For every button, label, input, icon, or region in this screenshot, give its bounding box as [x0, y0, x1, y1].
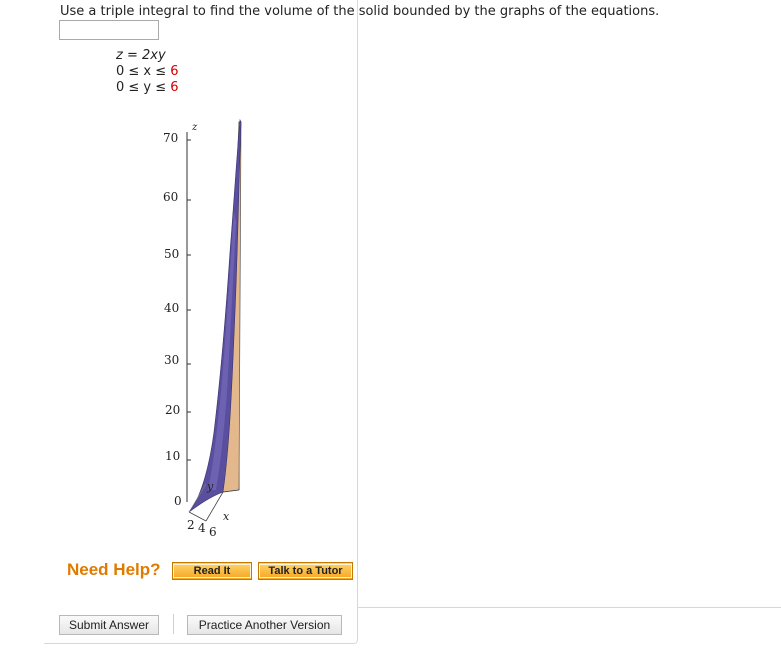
z-axis-ticks	[187, 139, 191, 461]
y-axis-label: y	[206, 480, 214, 493]
question-text: Use a triple integral to find the volume…	[60, 4, 660, 19]
bottom-tick-label: 2	[187, 518, 195, 532]
z-tick-label: 0	[174, 494, 182, 508]
z-tick-label: 10	[165, 449, 180, 463]
button-separator	[173, 614, 174, 634]
practice-another-version-button[interactable]: Practice Another Version	[187, 615, 342, 635]
talk-to-tutor-label: Talk to a Tutor	[259, 564, 352, 578]
bottom-tick-label: 6	[209, 525, 217, 539]
panel-divider	[357, 607, 781, 608]
talk-to-tutor-button[interactable]: Talk to a Tutor	[258, 562, 353, 580]
equations-block: z = 2xy 0 ≤ x ≤ 6 0 ≤ y ≤ 6	[116, 48, 179, 96]
need-help-label: Need Help?	[67, 560, 161, 579]
solid-3d-plot: 70 60 50 40 30 20 10 0 z y x 2 4 6	[163, 118, 242, 539]
z-tick-label: 60	[163, 190, 178, 204]
equation-y-bounds: 0 ≤ y ≤ 6	[116, 80, 179, 95]
read-it-button[interactable]: Read It	[172, 562, 252, 580]
equation-surface: z = 2xy	[116, 48, 166, 63]
x-axis-label: x	[223, 510, 230, 523]
z-tick-label: 70	[163, 131, 178, 145]
z-tick-label: 50	[164, 247, 179, 261]
answer-input[interactable]	[59, 20, 159, 40]
submit-answer-button[interactable]: Submit Answer	[59, 615, 159, 635]
z-tick-label: 20	[165, 403, 180, 417]
z-axis-label: z	[191, 122, 198, 133]
read-it-label: Read It	[173, 564, 251, 578]
equation-x-bounds: 0 ≤ x ≤ 6	[116, 64, 179, 79]
z-tick-label: 40	[164, 301, 179, 315]
z-tick-label: 30	[164, 353, 179, 367]
bottom-tick-label: 4	[198, 521, 206, 535]
